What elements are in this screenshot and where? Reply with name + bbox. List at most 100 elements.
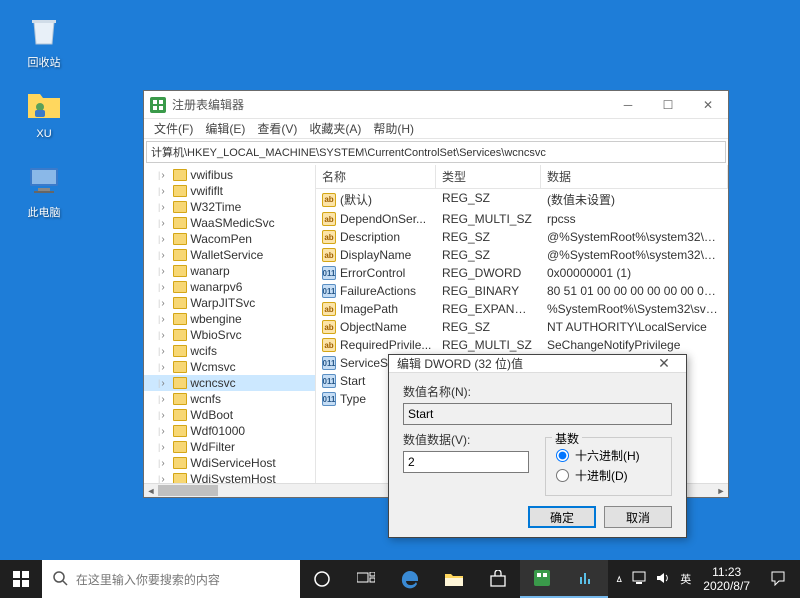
folder-icon <box>173 377 187 389</box>
menu-edit[interactable]: 编辑(E) <box>199 118 251 139</box>
expand-icon[interactable]: › <box>161 170 171 181</box>
hex-radio[interactable] <box>556 449 569 462</box>
tree-item[interactable]: |›wcnfs <box>144 391 315 407</box>
tree-item[interactable]: |›WdiSystemHost <box>144 471 315 483</box>
expand-icon[interactable]: › <box>161 186 171 197</box>
hex-radio-row[interactable]: 十六进制(H) <box>556 447 661 464</box>
value-name-input[interactable] <box>403 403 672 425</box>
close-button[interactable]: ✕ <box>688 91 728 119</box>
menu-file[interactable]: 文件(F) <box>148 118 199 139</box>
tree-item[interactable]: |›wcifs <box>144 343 315 359</box>
tree-item[interactable]: |›Wcmsvc <box>144 359 315 375</box>
registry-tree[interactable]: |›vwifibus|›vwififlt|›W32Time|›WaaSMedic… <box>144 165 316 483</box>
tree-item-label: vwifibus <box>190 168 233 182</box>
dec-radio-row[interactable]: 十进制(D) <box>556 467 661 484</box>
expand-icon[interactable]: › <box>161 250 171 261</box>
network-icon[interactable] <box>632 571 648 588</box>
tree-item[interactable]: |›WdFilter <box>144 439 315 455</box>
value-type: REG_SZ <box>436 229 541 245</box>
desktop-icon-user-folder[interactable]: XU <box>14 84 74 140</box>
registry-value-row[interactable]: abDisplayNameREG_SZ@%SystemRoot%\system3… <box>316 246 728 264</box>
registry-value-row[interactable]: abDescriptionREG_SZ@%SystemRoot%\system3… <box>316 228 728 246</box>
expand-icon[interactable]: › <box>161 394 171 405</box>
desktop-icon-recycle-bin[interactable]: 回收站 <box>14 10 74 70</box>
tree-item[interactable]: |›vwifibus <box>144 167 315 183</box>
expand-icon[interactable]: › <box>161 202 171 213</box>
tree-item[interactable]: |›WaaSMedicSvc <box>144 215 315 231</box>
tree-item[interactable]: |›wanarpv6 <box>144 279 315 295</box>
ok-button[interactable]: 确定 <box>528 506 596 528</box>
expand-icon[interactable]: › <box>161 266 171 277</box>
expand-icon[interactable]: › <box>161 458 171 469</box>
edge-icon[interactable] <box>388 560 432 598</box>
tree-item[interactable]: |›WalletService <box>144 247 315 263</box>
taskbar-search[interactable]: 在这里输入你要搜索的内容 <box>42 560 300 598</box>
expand-icon[interactable]: › <box>161 330 171 341</box>
explorer-icon[interactable] <box>432 560 476 598</box>
start-button[interactable] <box>0 560 42 598</box>
maximize-button[interactable]: ☐ <box>648 91 688 119</box>
tree-item[interactable]: |›WacomPen <box>144 231 315 247</box>
cortana-icon[interactable] <box>300 560 344 598</box>
dialog-close-button[interactable]: ✕ <box>650 355 678 372</box>
value-type: REG_DWORD <box>436 265 541 281</box>
registry-value-row[interactable]: 011FailureActionsREG_BINARY80 51 01 00 0… <box>316 282 728 300</box>
tree-item[interactable]: |›W32Time <box>144 199 315 215</box>
column-data[interactable]: 数据 <box>541 165 728 188</box>
expand-icon[interactable]: › <box>161 426 171 437</box>
expand-icon[interactable]: › <box>161 410 171 421</box>
tree-item[interactable]: |›WarpJITSvc <box>144 295 315 311</box>
ime-indicator[interactable]: 英 <box>680 571 691 587</box>
tree-item[interactable]: |›wanarp <box>144 263 315 279</box>
scrollbar-thumb[interactable] <box>158 485 218 496</box>
expand-icon[interactable]: › <box>161 474 171 484</box>
tree-item[interactable]: |›Wdf01000 <box>144 423 315 439</box>
expand-icon[interactable]: › <box>161 362 171 373</box>
column-name[interactable]: 名称 <box>316 165 436 188</box>
task-view-icon[interactable] <box>344 560 388 598</box>
expand-icon[interactable]: › <box>161 234 171 245</box>
expand-icon[interactable]: › <box>161 282 171 293</box>
tree-item[interactable]: |›WbioSrvc <box>144 327 315 343</box>
titlebar[interactable]: 注册表编辑器 ─ ☐ ✕ <box>144 91 728 119</box>
app-task-icon[interactable] <box>564 560 608 598</box>
column-type[interactable]: 类型 <box>436 165 541 188</box>
registry-value-row[interactable]: abObjectNameREG_SZNT AUTHORITY\LocalServ… <box>316 318 728 336</box>
registry-value-row[interactable]: ab(默认)REG_SZ(数值未设置) <box>316 189 728 210</box>
cancel-button[interactable]: 取消 <box>604 506 672 528</box>
registry-value-row[interactable]: abDependOnSer...REG_MULTI_SZrpcss <box>316 210 728 228</box>
volume-icon[interactable] <box>656 571 672 588</box>
expand-icon[interactable]: › <box>161 346 171 357</box>
expand-icon[interactable]: › <box>161 218 171 229</box>
desktop-icon-this-pc[interactable]: 此电脑 <box>14 160 74 220</box>
menu-view[interactable]: 查看(V) <box>251 118 303 139</box>
taskbar-clock[interactable]: 11:23 2020/8/7 <box>699 565 754 594</box>
menu-favorites[interactable]: 收藏夹(A) <box>303 118 367 139</box>
tray-chevron-icon[interactable]: ㅿ <box>614 571 624 587</box>
registry-value-row[interactable]: 011ErrorControlREG_DWORD0x00000001 (1) <box>316 264 728 282</box>
registry-value-row[interactable]: abImagePathREG_EXPAND_SZ%SystemRoot%\Sys… <box>316 300 728 318</box>
value-data-input[interactable] <box>403 451 529 473</box>
string-value-icon: ab <box>322 338 336 352</box>
desktop-icon-label: XU <box>14 128 74 140</box>
expand-icon[interactable]: › <box>161 314 171 325</box>
tree-item[interactable]: |›vwififlt <box>144 183 315 199</box>
address-bar[interactable]: 计算机\HKEY_LOCAL_MACHINE\SYSTEM\CurrentCon… <box>146 141 726 163</box>
expand-icon[interactable]: › <box>161 378 171 389</box>
tree-item[interactable]: |›wcncsvc <box>144 375 315 391</box>
value-data: @%SystemRoot%\system32\wcncsvc.dll,-4 <box>541 229 728 245</box>
expand-icon[interactable]: › <box>161 442 171 453</box>
store-icon[interactable] <box>476 560 520 598</box>
tree-item[interactable]: |›WdiServiceHost <box>144 455 315 471</box>
dialog-titlebar[interactable]: 编辑 DWORD (32 位)值 ✕ <box>389 355 686 373</box>
tree-item-label: WalletService <box>190 248 263 262</box>
minimize-button[interactable]: ─ <box>608 91 648 119</box>
regedit-task-icon[interactable] <box>520 560 564 598</box>
tree-item[interactable]: |›WdBoot <box>144 407 315 423</box>
tree-item[interactable]: |›wbengine <box>144 311 315 327</box>
expand-icon[interactable]: › <box>161 298 171 309</box>
dec-radio[interactable] <box>556 469 569 482</box>
menu-help[interactable]: 帮助(H) <box>367 118 420 139</box>
registry-value-row[interactable]: abRequiredPrivile...REG_MULTI_SZSeChange… <box>316 336 728 354</box>
notifications-icon[interactable] <box>762 570 794 589</box>
